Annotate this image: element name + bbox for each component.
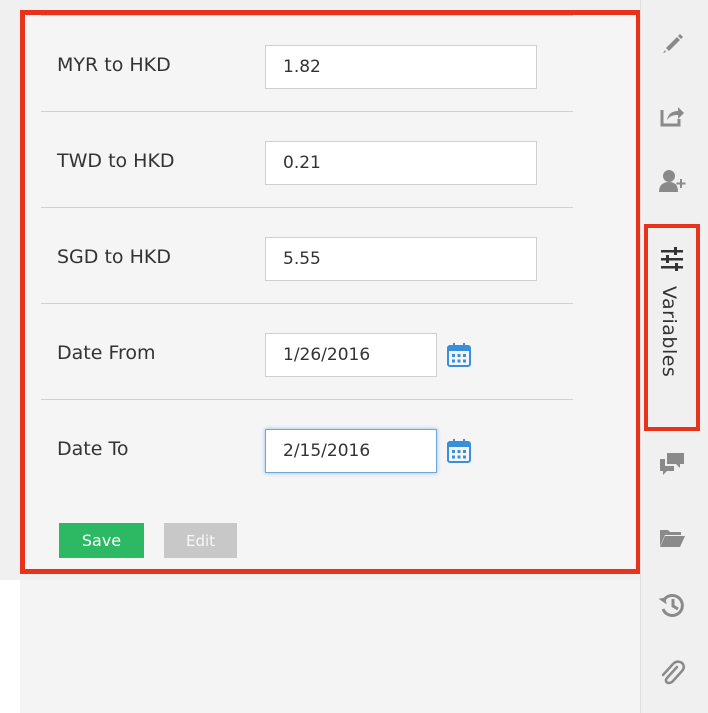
calendar-icon[interactable] <box>446 342 472 368</box>
save-button[interactable]: Save <box>59 523 144 558</box>
calendar-icon[interactable] <box>446 438 472 464</box>
field-label: TWD to HKD <box>57 150 175 172</box>
myr-to-hkd-input[interactable]: 1.82 <box>265 45 537 89</box>
field-label: MYR to HKD <box>57 54 171 76</box>
variables-panel: MYR to HKD 1.82 TWD to HKD 0.21 SGD to H… <box>20 10 641 574</box>
twd-to-hkd-input[interactable]: 0.21 <box>265 141 537 185</box>
date-from-input[interactable]: 1/26/2016 <box>265 333 437 377</box>
empty-area-edge <box>0 580 20 713</box>
sgd-to-hkd-input[interactable]: 5.55 <box>265 237 537 281</box>
folder-icon[interactable] <box>657 522 687 552</box>
edit-button[interactable]: Edit <box>164 523 237 558</box>
field-row-date-from: Date From 1/26/2016 <box>41 303 573 400</box>
field-label: Date To <box>57 438 129 460</box>
field-row-date-to: Date To 2/15/2016 <box>41 399 573 496</box>
field-row-twd: TWD to HKD 0.21 <box>41 111 573 208</box>
date-to-input[interactable]: 2/15/2016 <box>265 429 437 473</box>
share-icon[interactable] <box>657 100 687 130</box>
pencil-icon[interactable] <box>657 28 687 58</box>
empty-area <box>0 580 640 713</box>
sliders-icon <box>659 246 685 272</box>
variables-tab[interactable]: Variables <box>644 224 700 431</box>
paperclip-icon[interactable] <box>657 658 687 688</box>
comments-icon[interactable] <box>657 448 687 478</box>
field-row-sgd: SGD to HKD 5.55 <box>41 207 573 304</box>
field-label: SGD to HKD <box>57 246 171 268</box>
add-user-icon[interactable] <box>657 166 687 196</box>
field-row-myr: MYR to HKD 1.82 <box>41 15 573 112</box>
variables-tab-label: Variables <box>658 286 680 378</box>
field-label: Date From <box>57 342 156 364</box>
history-icon[interactable] <box>657 590 687 620</box>
